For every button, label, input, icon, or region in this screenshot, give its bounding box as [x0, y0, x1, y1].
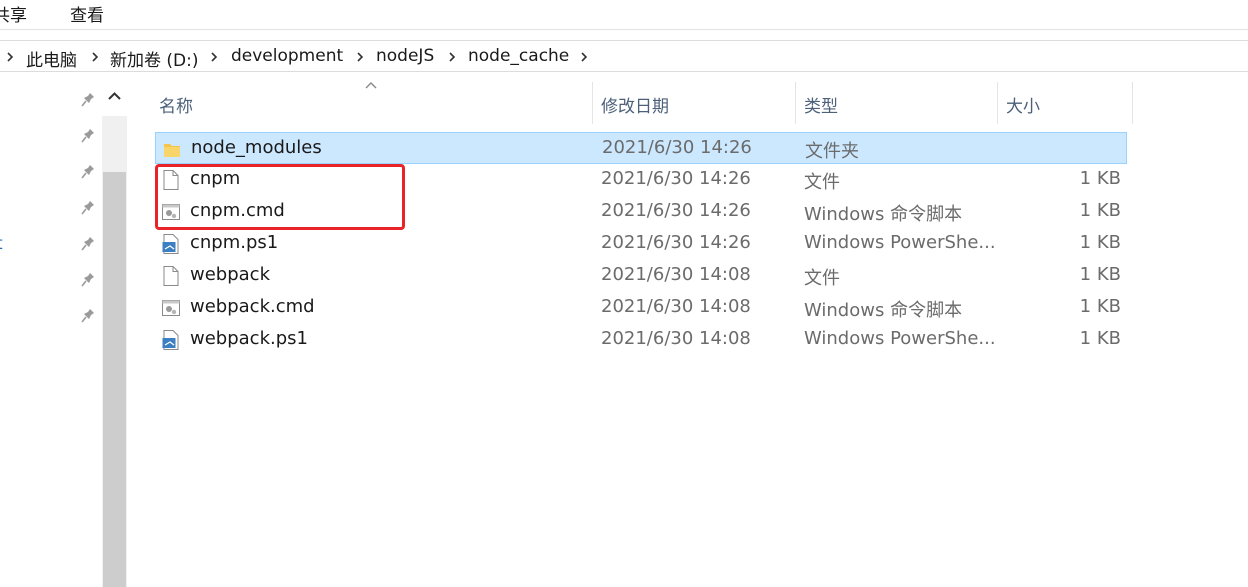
file-type: Windows PowerShe... — [804, 328, 994, 349]
powershell-script-icon — [162, 234, 179, 254]
cmd-script-icon — [162, 300, 180, 316]
column-header: 名称 修改日期 类型 大小 — [130, 80, 1248, 126]
pin-icon[interactable] — [81, 128, 95, 144]
column-type-label: 类型 — [804, 97, 838, 117]
chevron-right-icon[interactable] — [354, 50, 366, 64]
column-size-label: 大小 — [1006, 97, 1040, 117]
file-modified: 2021/6/30 14:26 — [601, 232, 751, 253]
nav-scrollbar[interactable] — [102, 80, 127, 587]
column-size[interactable]: 大小 — [998, 80, 1132, 124]
list-item[interactable]: webpack 2021/6/30 14:08 文件 1 KB — [155, 260, 1127, 292]
list-item[interactable]: webpack.ps1 2021/6/30 14:08 Windows Powe… — [155, 324, 1127, 356]
folder-icon — [164, 144, 180, 157]
pin-icon[interactable] — [81, 236, 95, 252]
scroll-up-button[interactable] — [102, 80, 127, 116]
chevron-right-icon[interactable] — [4, 50, 16, 64]
powershell-script-icon — [162, 330, 179, 350]
file-type: 文件夹 — [805, 141, 859, 162]
column-name-label: 名称 — [159, 97, 193, 117]
file-type: Windows 命令脚本 — [804, 204, 963, 225]
chevron-right-icon[interactable] — [89, 50, 101, 64]
column-type[interactable]: 类型 — [796, 80, 997, 124]
file-modified: 2021/6/30 14:26 — [601, 200, 751, 221]
file-modified: 2021/6/30 14:08 — [601, 264, 751, 285]
file-type: 文件 — [804, 172, 840, 193]
file-name: node_modules — [191, 137, 322, 158]
column-modified-label: 修改日期 — [601, 97, 669, 117]
pin-icon[interactable] — [81, 308, 95, 324]
file-size: 1 KB — [1079, 232, 1121, 253]
file-size: 1 KB — [1079, 168, 1121, 189]
file-modified: 2021/6/30 14:08 — [601, 328, 751, 349]
breadcrumb-nodejs[interactable]: nodeJS — [376, 46, 434, 66]
file-name: webpack.ps1 — [190, 328, 308, 349]
list-item[interactable]: webpack.cmd 2021/6/30 14:08 Windows 命令脚本… — [155, 292, 1127, 324]
file-icon — [163, 266, 179, 286]
file-type: Windows 命令脚本 — [804, 300, 963, 321]
breadcrumb-drive-d[interactable]: 新加卷 (D:) — [110, 46, 199, 71]
breadcrumb-node-cache[interactable]: node_cache — [468, 46, 569, 66]
ribbon: 共享 查看 — [0, 0, 1248, 30]
chevron-right-icon[interactable] — [446, 50, 458, 64]
chevron-right-icon[interactable] — [578, 50, 590, 64]
file-modified: 2021/6/30 14:26 — [602, 137, 752, 158]
nav-item-partial[interactable]: t — [0, 234, 3, 254]
file-type: Windows PowerShe... — [804, 232, 994, 253]
file-name: webpack — [190, 264, 270, 285]
column-modified[interactable]: 修改日期 — [593, 80, 796, 124]
tab-view[interactable]: 查看 — [70, 1, 104, 26]
file-name: cnpm.ps1 — [190, 232, 279, 253]
file-name: webpack.cmd — [190, 296, 315, 317]
file-size: 1 KB — [1079, 296, 1121, 317]
pin-icon[interactable] — [81, 272, 95, 288]
list-item[interactable]: cnpm.ps1 2021/6/30 14:26 Windows PowerSh… — [155, 228, 1127, 260]
scroll-thumb[interactable] — [103, 172, 126, 587]
pin-icon[interactable] — [81, 92, 95, 108]
file-size: 1 KB — [1079, 200, 1121, 221]
pin-icon[interactable] — [81, 164, 95, 180]
annotation-highlight-box — [155, 164, 405, 230]
file-size: 1 KB — [1079, 264, 1121, 285]
pin-icon[interactable] — [81, 200, 95, 216]
list-item[interactable]: node_modules 2021/6/30 14:26 文件夹 — [155, 132, 1127, 164]
breadcrumb-development[interactable]: development — [231, 46, 343, 66]
file-size: 1 KB — [1079, 328, 1121, 349]
chevron-up-icon — [108, 92, 121, 100]
file-modified: 2021/6/30 14:08 — [601, 296, 751, 317]
column-divider[interactable] — [1132, 82, 1133, 124]
file-modified: 2021/6/30 14:26 — [601, 168, 751, 189]
address-bar[interactable]: 此电脑 新加卷 (D:) development nodeJS node_cac… — [0, 40, 1248, 72]
column-name[interactable]: 名称 — [130, 80, 592, 124]
chevron-right-icon[interactable] — [208, 50, 220, 64]
file-type: 文件 — [804, 268, 840, 289]
tab-share[interactable]: 共享 — [0, 1, 27, 26]
breadcrumb-this-pc[interactable]: 此电脑 — [26, 46, 77, 71]
